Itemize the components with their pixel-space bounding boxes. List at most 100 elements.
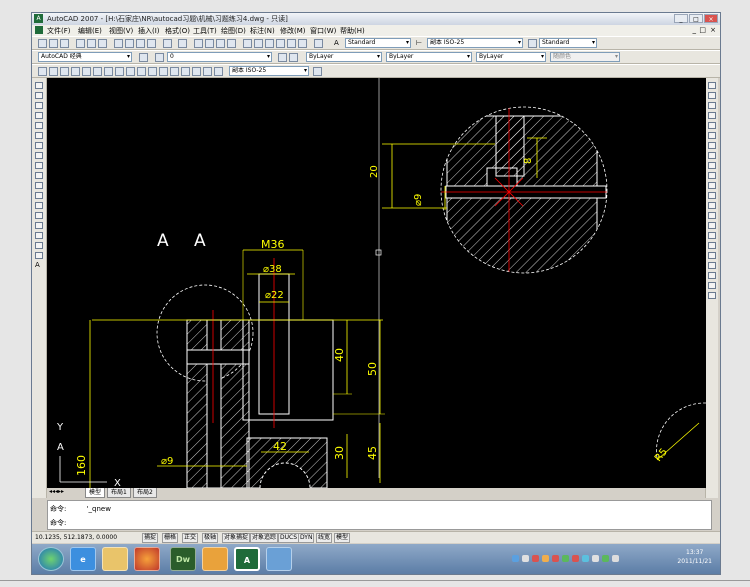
plot-icon[interactable]: [76, 39, 85, 48]
tray-app9-icon[interactable]: [612, 555, 619, 562]
ortho-toggle[interactable]: 正交: [182, 533, 199, 543]
table-icon[interactable]: [35, 252, 43, 259]
make-block-icon[interactable]: [35, 202, 43, 209]
stretch-icon[interactable]: [708, 162, 716, 169]
array-icon[interactable]: [708, 122, 716, 129]
tolerance-icon[interactable]: [170, 67, 179, 76]
document-icon[interactable]: [35, 26, 43, 34]
spline-icon[interactable]: [35, 162, 43, 169]
drawing-canvas[interactable]: 20 ⌀9 8 A A M36 ⌀38 ⌀22 40 50 30 45 42 1…: [47, 78, 706, 488]
join-icon[interactable]: [708, 202, 716, 209]
tab-nav-arrows-icon[interactable]: ◂◂◂▸▸: [49, 488, 64, 495]
dreamweaver-icon[interactable]: Dw: [170, 547, 196, 571]
tray-app6-icon[interactable]: [582, 555, 589, 562]
otrack-toggle[interactable]: 对象追踪: [250, 533, 279, 543]
region-icon[interactable]: [35, 242, 43, 249]
ducs-toggle[interactable]: DUCS: [278, 533, 300, 543]
copy-object-icon[interactable]: [708, 92, 716, 99]
point-icon[interactable]: [35, 212, 43, 219]
osnap-endpoint-icon[interactable]: [708, 242, 716, 249]
layer-select[interactable]: 0: [167, 52, 272, 62]
open-icon[interactable]: [49, 39, 58, 48]
menu-draw[interactable]: 绘图(D): [221, 26, 246, 36]
zoom-window-icon[interactable]: [216, 39, 225, 48]
tray-app7-icon[interactable]: [592, 555, 599, 562]
dim-update-icon[interactable]: [214, 67, 223, 76]
mtext-icon[interactable]: A: [35, 262, 43, 269]
menu-insert[interactable]: 插入(I): [138, 26, 160, 36]
workspace-settings-icon[interactable]: [139, 53, 148, 62]
minimize-button[interactable]: _: [674, 14, 688, 23]
markup-icon[interactable]: [287, 39, 296, 48]
osnap-midpoint-icon[interactable]: [708, 252, 716, 259]
aligned-dim-icon[interactable]: [49, 67, 58, 76]
menu-view[interactable]: 视图(V): [109, 26, 133, 36]
close-button[interactable]: ×: [704, 14, 718, 23]
dim-style-select[interactable]: 副本 ISO-25: [427, 38, 523, 48]
jogged-dim-icon[interactable]: [93, 67, 102, 76]
linear-dim-icon[interactable]: [38, 67, 47, 76]
fillet-icon[interactable]: [708, 222, 716, 229]
quick-dim-icon[interactable]: [126, 67, 135, 76]
dyn-toggle[interactable]: DYN: [298, 533, 315, 543]
new-icon[interactable]: [38, 39, 47, 48]
doc-close-button[interactable]: ×: [710, 26, 716, 34]
polygon-icon[interactable]: [35, 112, 43, 119]
grid-toggle[interactable]: 栅格: [162, 533, 179, 543]
arc-length-dim-icon[interactable]: [60, 67, 69, 76]
extend-icon[interactable]: [708, 182, 716, 189]
tray-app5-icon[interactable]: [572, 555, 579, 562]
menu-dimension[interactable]: 标注(N): [250, 26, 275, 36]
osnap-intersection-icon[interactable]: [708, 262, 716, 269]
circle-icon[interactable]: [35, 142, 43, 149]
menu-modify[interactable]: 修改(M): [280, 26, 306, 36]
tab-layout1[interactable]: 布局1: [107, 488, 131, 498]
dim-style-select-2[interactable]: 副本 ISO-25: [229, 66, 309, 76]
dim-edit-icon[interactable]: [192, 67, 201, 76]
command-window[interactable]: 命令: '_qnew 命令:: [47, 500, 712, 530]
dim-text-edit-icon[interactable]: [203, 67, 212, 76]
ordinate-dim-icon[interactable]: [71, 67, 80, 76]
rectangle-icon[interactable]: [35, 122, 43, 129]
redo-icon[interactable]: [178, 39, 187, 48]
save-icon[interactable]: [60, 39, 69, 48]
app-icon[interactable]: [202, 547, 228, 571]
preview-icon[interactable]: [87, 39, 96, 48]
construction-line-icon[interactable]: [35, 92, 43, 99]
scale-icon[interactable]: [708, 152, 716, 159]
line-icon[interactable]: [35, 82, 43, 89]
erase-icon[interactable]: [708, 82, 716, 89]
plot-style-select[interactable]: 随颜色: [550, 52, 620, 62]
model-toggle[interactable]: 模型: [334, 533, 351, 543]
publish-icon[interactable]: [98, 39, 107, 48]
match-properties-icon[interactable]: [147, 39, 156, 48]
undo-icon[interactable]: [163, 39, 172, 48]
maximize-button[interactable]: □: [689, 14, 703, 23]
mirror-icon[interactable]: [708, 102, 716, 109]
tab-layout2[interactable]: 布局2: [133, 488, 157, 498]
quick-leader-icon[interactable]: [159, 67, 168, 76]
doc-minimize-button[interactable]: _: [693, 26, 697, 34]
trim-icon[interactable]: [708, 172, 716, 179]
linetype-select[interactable]: ByLayer: [386, 52, 472, 62]
color-select[interactable]: ByLayer: [306, 52, 382, 62]
polyline-icon[interactable]: [35, 102, 43, 109]
zoom-realtime-icon[interactable]: [205, 39, 214, 48]
offset-icon[interactable]: [708, 112, 716, 119]
menu-format[interactable]: 格式(O): [165, 26, 190, 36]
osnap-tangent-icon[interactable]: [708, 282, 716, 289]
tray-app8-icon[interactable]: [602, 555, 609, 562]
tab-model[interactable]: 模型: [85, 488, 106, 498]
file-explorer-icon[interactable]: [102, 547, 128, 571]
layer-previous-icon[interactable]: [289, 53, 298, 62]
menu-tools[interactable]: 工具(T): [193, 26, 217, 36]
lineweight-select[interactable]: ByLayer: [476, 52, 546, 62]
internet-explorer-icon[interactable]: e: [70, 547, 96, 571]
osnap-center-icon[interactable]: [708, 272, 716, 279]
tool-palettes-icon[interactable]: [265, 39, 274, 48]
pan-icon[interactable]: [194, 39, 203, 48]
taskbar-clock[interactable]: 13:37 2011/11/21: [677, 548, 712, 566]
tray-app1-icon[interactable]: [532, 555, 539, 562]
gradient-icon[interactable]: [35, 232, 43, 239]
firefox-icon[interactable]: [134, 547, 160, 571]
